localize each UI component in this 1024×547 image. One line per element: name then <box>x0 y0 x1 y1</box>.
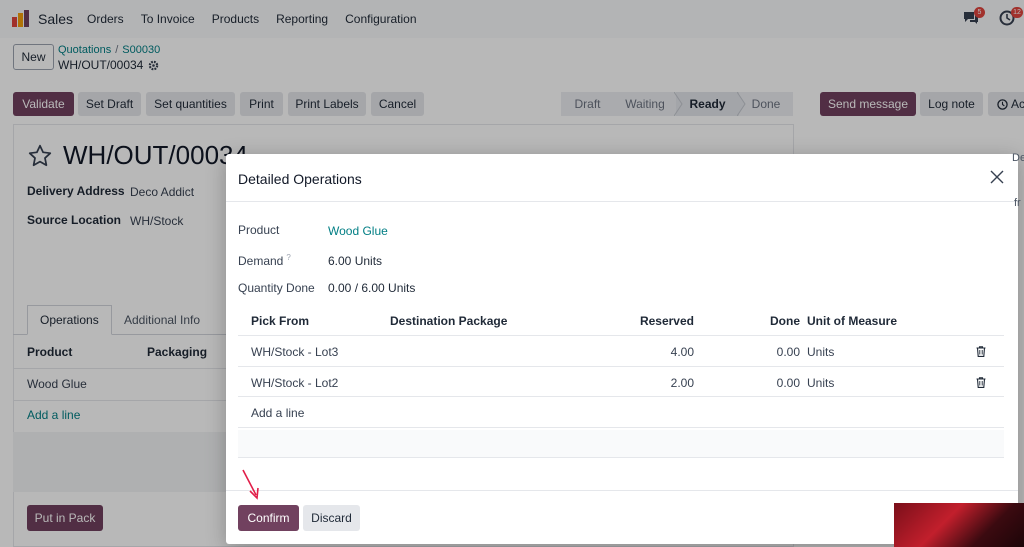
column-pick-from[interactable]: Pick From <box>251 314 309 328</box>
chatter-fragment: De <box>1012 152 1024 164</box>
add-line-link[interactable]: Add a line <box>251 406 304 420</box>
row-done[interactable]: 0.00 <box>730 345 800 359</box>
row-divider <box>238 366 1004 367</box>
discard-button[interactable]: Discard <box>303 505 360 531</box>
dialog-title: Detailed Operations <box>238 171 362 187</box>
confirm-button[interactable]: Confirm <box>238 505 299 531</box>
trash-icon[interactable] <box>976 346 986 357</box>
dialog-header: Detailed Operations <box>226 154 1018 202</box>
chatter-fragment: fr <box>1014 197 1021 209</box>
product-value-link[interactable]: Wood Glue <box>328 224 388 238</box>
column-reserved[interactable]: Reserved <box>624 314 694 328</box>
row-pick-from[interactable]: WH/Stock - Lot2 <box>251 376 338 390</box>
quantity-done-label: Quantity Done <box>238 281 315 295</box>
row-divider <box>238 427 1004 428</box>
column-unit-of-measure[interactable]: Unit of Measure <box>807 314 897 328</box>
column-destination-package[interactable]: Destination Package <box>390 314 507 328</box>
trash-icon[interactable] <box>976 377 986 388</box>
row-pick-from[interactable]: WH/Stock - Lot3 <box>251 345 338 359</box>
demand-value: 6.00 Units <box>328 254 383 268</box>
quantity-done-value: 0.00 / 6.00 Units <box>328 281 416 295</box>
help-tooltip-icon[interactable]: ? <box>286 253 290 262</box>
row-uom: Units <box>807 376 835 390</box>
annotation-arrow-icon <box>242 469 259 500</box>
column-done[interactable]: Done <box>730 314 800 328</box>
row-reserved: 4.00 <box>670 345 694 359</box>
demand-label: Demand? <box>238 253 291 268</box>
row-reserved: 2.00 <box>670 376 694 390</box>
row-uom: Units <box>807 345 835 359</box>
row-divider <box>238 396 1004 397</box>
detailed-operations-dialog: Detailed Operations Product Wood Glue De… <box>226 154 1018 544</box>
webcam-overlay <box>894 503 1024 547</box>
header-divider <box>238 335 1004 336</box>
product-label: Product <box>238 223 280 237</box>
close-icon[interactable] <box>990 170 1004 184</box>
row-done[interactable]: 0.00 <box>730 376 800 390</box>
empty-grid-row <box>238 430 1004 458</box>
demand-label-text: Demand <box>238 254 284 268</box>
